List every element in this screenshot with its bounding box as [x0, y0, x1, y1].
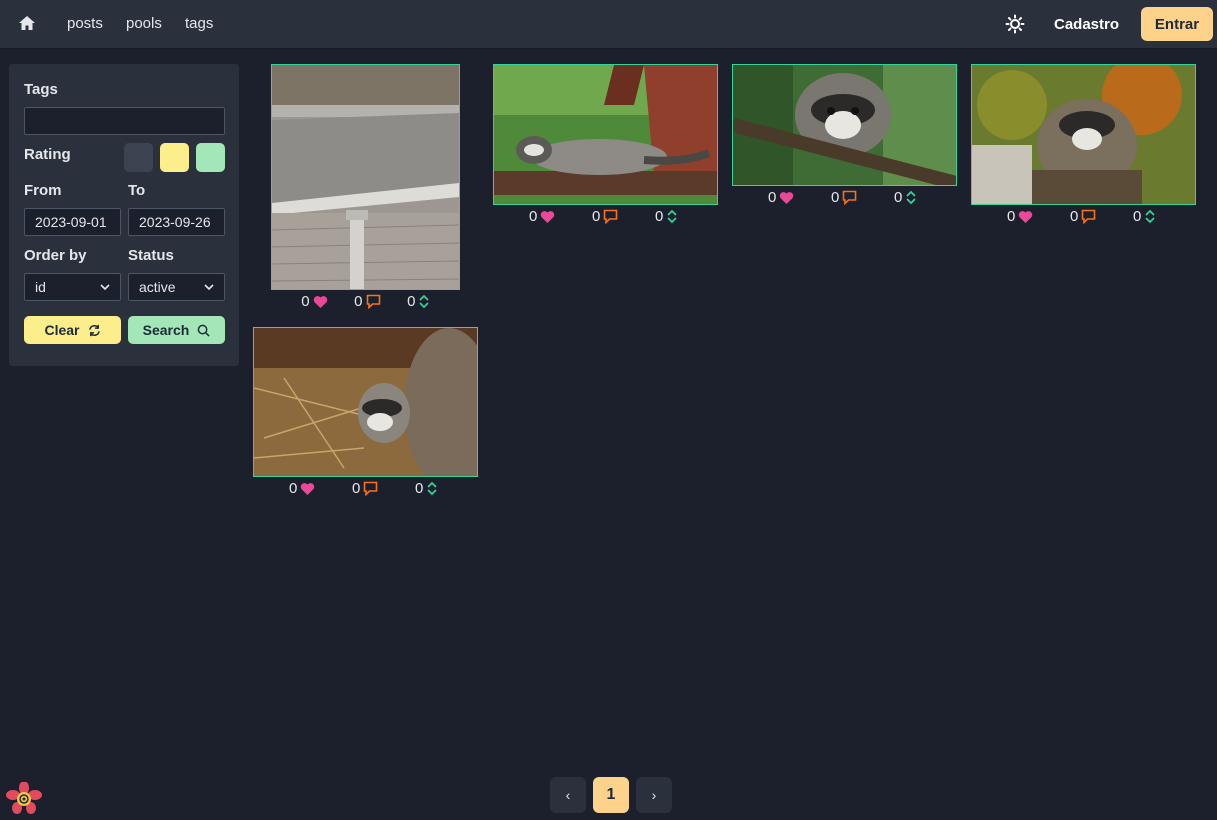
- status-select[interactable]: active: [128, 273, 225, 301]
- chevron-down-icon: [100, 284, 110, 291]
- rating-option-1[interactable]: [124, 143, 153, 172]
- to-label: To: [128, 182, 146, 199]
- rating-option-2[interactable]: [160, 143, 189, 172]
- comment-icon: [1082, 209, 1096, 224]
- likes-count: 0: [1007, 208, 1016, 225]
- score-button[interactable]: 0: [407, 293, 430, 310]
- post-stats: 0 0 0: [971, 208, 1196, 226]
- post-stats: 0 0 0: [732, 189, 957, 207]
- post-stats: 0 0 0: [493, 208, 718, 226]
- comment-button[interactable]: 0: [352, 480, 378, 497]
- nav-link-tags[interactable]: tags: [185, 15, 213, 32]
- comment-button[interactable]: 0: [592, 208, 618, 225]
- score-button[interactable]: 0: [655, 208, 678, 225]
- post-image: [272, 65, 459, 289]
- filter-panel: Tags Rating From To 2023-09-01 2023-09-2…: [9, 64, 239, 366]
- score-icon: [427, 481, 437, 496]
- score-icon: [906, 190, 916, 205]
- likes-count: 0: [529, 208, 538, 225]
- pagination-page-button[interactable]: 1: [593, 777, 629, 813]
- comments-count: 0: [354, 293, 363, 310]
- heart-icon: [301, 482, 315, 495]
- comments-count: 0: [592, 208, 601, 225]
- search-icon: [197, 324, 210, 337]
- comments-count: 0: [352, 480, 361, 497]
- score-count: 0: [655, 208, 664, 225]
- to-date-input[interactable]: 2023-09-26: [128, 208, 225, 236]
- post-stats: 0 0 0: [271, 293, 460, 311]
- home-icon[interactable]: [18, 15, 36, 31]
- comment-button[interactable]: 0: [1070, 208, 1096, 225]
- heart-icon: [780, 191, 794, 204]
- post-thumbnail[interactable]: [493, 64, 718, 205]
- like-button[interactable]: 0: [768, 189, 794, 206]
- comment-icon: [604, 209, 618, 224]
- score-button[interactable]: 0: [415, 480, 438, 497]
- pagination-prev-button[interactable]: ‹: [550, 777, 586, 813]
- comment-button[interactable]: 0: [831, 189, 857, 206]
- chevron-down-icon: [204, 284, 214, 291]
- sun-icon[interactable]: [1005, 14, 1025, 34]
- search-button-label: Search: [142, 322, 190, 338]
- order-by-label: Order by: [24, 247, 87, 264]
- nav-link-pools[interactable]: pools: [126, 15, 162, 32]
- comments-count: 0: [831, 189, 840, 206]
- post-image: [733, 65, 956, 185]
- post-image: [494, 65, 717, 204]
- comment-icon: [364, 481, 378, 496]
- post-image: [254, 328, 477, 476]
- comment-icon: [843, 190, 857, 205]
- rating-label: Rating: [24, 146, 71, 163]
- comment-icon: [366, 294, 380, 309]
- post-image: [972, 65, 1195, 204]
- like-button[interactable]: 0: [301, 293, 327, 310]
- login-button[interactable]: Entrar: [1141, 7, 1213, 41]
- tags-input[interactable]: [24, 107, 225, 135]
- clear-button-label: Clear: [44, 322, 80, 338]
- signup-link[interactable]: Cadastro: [1054, 16, 1119, 33]
- like-button[interactable]: 0: [529, 208, 555, 225]
- score-count: 0: [407, 293, 416, 310]
- post-thumbnail[interactable]: [971, 64, 1196, 205]
- top-navbar: posts pools tags Cadastro Entrar: [0, 0, 1217, 49]
- from-label: From: [24, 182, 62, 199]
- heart-icon: [1019, 210, 1033, 223]
- score-icon: [419, 294, 430, 309]
- post-stats: 0 0 0: [253, 480, 478, 498]
- comments-count: 0: [1070, 208, 1079, 225]
- score-count: 0: [1133, 208, 1142, 225]
- score-count: 0: [415, 480, 424, 497]
- likes-count: 0: [768, 189, 777, 206]
- status-value: active: [139, 279, 176, 295]
- like-button[interactable]: 0: [1007, 208, 1033, 225]
- score-button[interactable]: 0: [1133, 208, 1156, 225]
- like-button[interactable]: 0: [289, 480, 315, 497]
- nav-link-posts[interactable]: posts: [67, 15, 103, 32]
- score-button[interactable]: 0: [894, 189, 917, 206]
- score-icon: [1145, 209, 1155, 224]
- pagination-next-button[interactable]: ›: [636, 777, 672, 813]
- refresh-icon: [88, 324, 100, 336]
- order-by-value: id: [35, 279, 46, 295]
- search-button[interactable]: Search: [128, 316, 225, 344]
- tags-label: Tags: [24, 81, 58, 98]
- clear-button[interactable]: Clear: [24, 316, 121, 344]
- comment-button[interactable]: 0: [354, 293, 380, 310]
- likes-count: 0: [301, 293, 310, 310]
- heart-icon: [541, 210, 555, 223]
- post-thumbnail[interactable]: [253, 327, 478, 477]
- from-date-input[interactable]: 2023-09-01: [24, 208, 121, 236]
- devtools-logo-icon[interactable]: [6, 782, 42, 814]
- status-label: Status: [128, 247, 174, 264]
- heart-icon: [313, 295, 327, 308]
- post-thumbnail[interactable]: [732, 64, 957, 186]
- score-count: 0: [894, 189, 903, 206]
- rating-option-3[interactable]: [196, 143, 225, 172]
- likes-count: 0: [289, 480, 298, 497]
- post-thumbnail[interactable]: [271, 64, 460, 290]
- order-by-select[interactable]: id: [24, 273, 121, 301]
- score-icon: [667, 209, 677, 224]
